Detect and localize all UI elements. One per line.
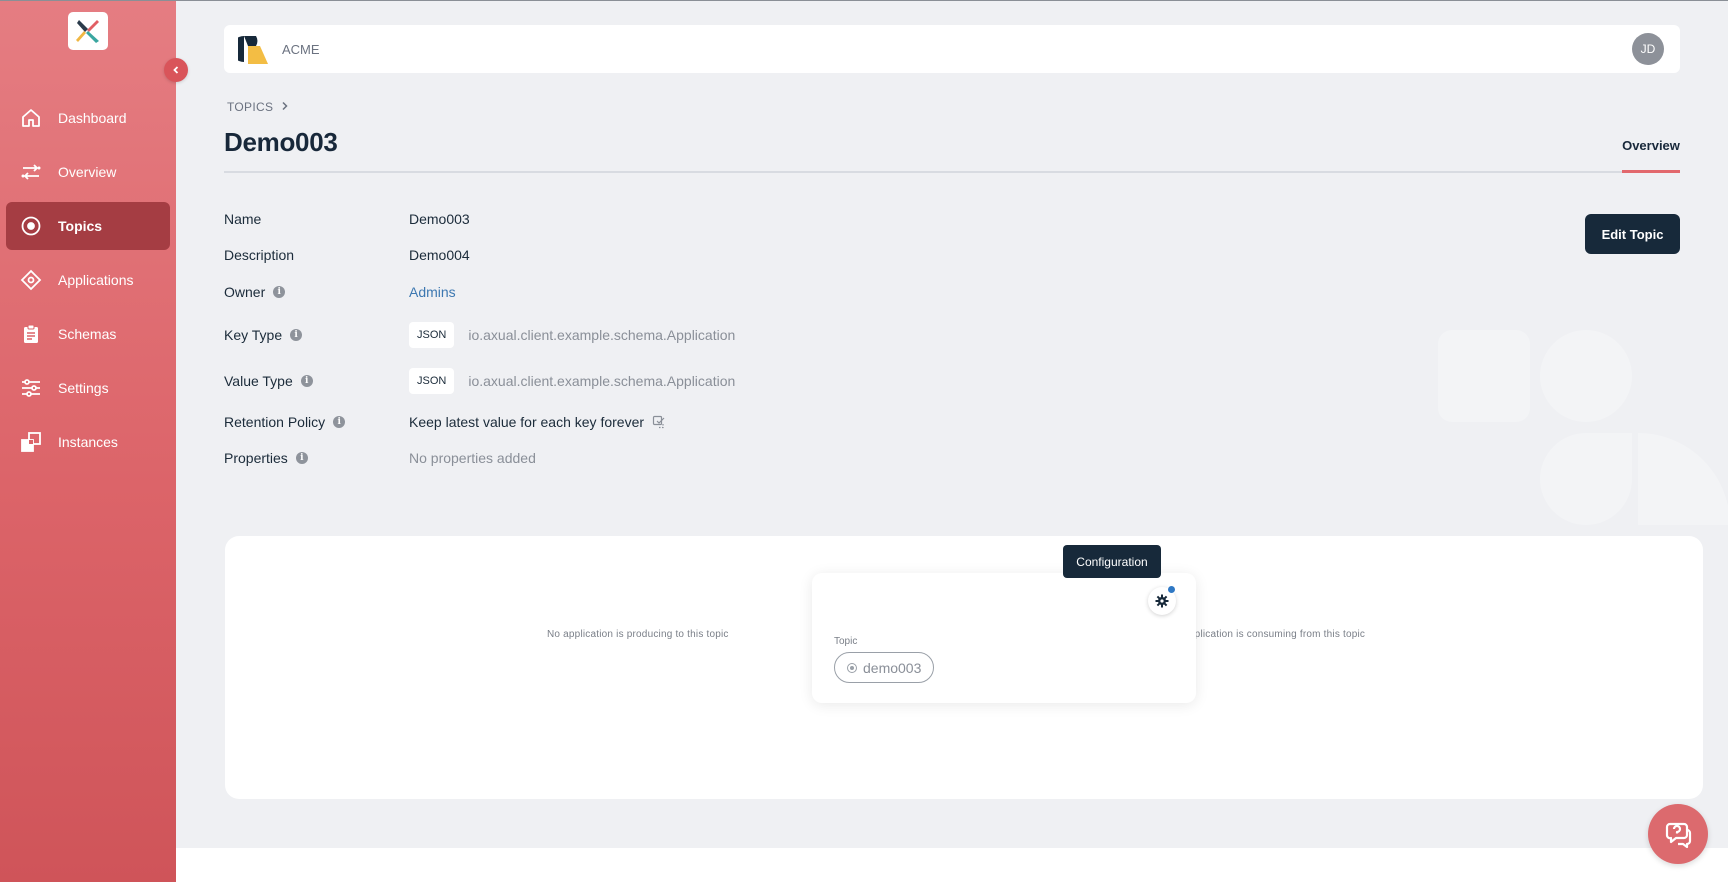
detail-label-wrap: Retention Policy i [224, 414, 409, 430]
sidebar-item-dashboard[interactable]: Dashboard [6, 94, 170, 142]
configuration-tooltip: Configuration [1063, 545, 1161, 578]
main-content: ACME JD TOPICS Demo003 Overview Edit Top… [176, 0, 1728, 848]
background-decoration [1540, 433, 1632, 525]
organization-logo-icon [238, 32, 270, 66]
breadcrumb-topics[interactable]: TOPICS [227, 100, 273, 114]
detail-label: Owner [224, 284, 266, 300]
sidebar-item-settings[interactable]: Settings [6, 364, 170, 412]
owner-link[interactable]: Admins [409, 284, 456, 300]
sidebar-item-label: Schemas [58, 326, 117, 342]
detail-row-name: Name Demo003 [224, 211, 470, 227]
sidebar-item-label: Instances [58, 434, 118, 450]
app-logo[interactable] [68, 12, 108, 50]
retention-value: Keep latest value for each key forever [409, 414, 666, 430]
detail-label-wrap: Key Type i [224, 327, 409, 343]
info-icon[interactable]: i [300, 375, 313, 387]
key-schema-name: io.axual.client.example.schema.Applicati… [468, 327, 736, 343]
topic-name-value: Demo003 [409, 211, 470, 227]
sidebar-collapse-button[interactable] [164, 58, 188, 82]
info-icon[interactable]: i [290, 329, 303, 341]
sidebar: Dashboard Overview Topics Applications S… [0, 0, 176, 882]
sidebar-item-label: Applications [58, 272, 134, 288]
topic-graph-panel: No application is producing to this topi… [225, 536, 1703, 799]
detail-label-wrap: Owner i [224, 284, 409, 300]
sidebar-item-schemas[interactable]: Schemas [6, 310, 170, 358]
topic-chip-label: demo003 [863, 659, 922, 676]
detail-label: Description [224, 247, 295, 263]
sidebar-item-label: Overview [58, 164, 117, 180]
detail-label: Value Type [224, 373, 293, 389]
retention-policy-text: Keep latest value for each key forever [409, 414, 645, 430]
sidebar-item-topics[interactable]: Topics [6, 202, 170, 250]
sliders-icon [20, 377, 42, 399]
sidebar-item-overview[interactable]: Overview [6, 148, 170, 196]
sidebar-item-label: Settings [58, 380, 109, 396]
description-value: Demo004 [409, 247, 470, 263]
info-icon[interactable]: i [273, 286, 286, 298]
topic-label: Topic [834, 636, 858, 647]
detail-label: Name [224, 211, 262, 227]
sidebar-item-label: Topics [58, 218, 103, 234]
info-icon[interactable]: i [333, 416, 346, 428]
producers-empty-text: No application is producing to this topi… [547, 629, 729, 640]
key-type-badge: JSON [409, 322, 455, 348]
notification-dot [1167, 585, 1176, 594]
diamond-icon [20, 269, 42, 291]
detail-row-key-type: Key Type i JSON io.axual.client.example.… [224, 322, 735, 348]
topic-chip[interactable]: demo003 [834, 652, 935, 683]
breadcrumb[interactable]: TOPICS [227, 100, 289, 114]
instances-icon [20, 431, 42, 453]
background-decoration [1540, 330, 1632, 422]
detail-label-wrap: Value Type i [224, 373, 409, 389]
gear-icon [1155, 594, 1169, 608]
detail-row-owner: Owner i Admins [224, 284, 456, 300]
tab-overview[interactable]: Overview [1622, 138, 1680, 153]
detail-label: Properties [224, 450, 288, 466]
page-title: Demo003 [224, 127, 338, 157]
sidebar-item-applications[interactable]: Applications [6, 256, 170, 304]
help-chat-button[interactable] [1648, 804, 1708, 864]
sidebar-nav: Dashboard Overview Topics Applications S… [0, 94, 176, 472]
sidebar-item-label: Dashboard [58, 110, 127, 126]
edit-topic-button[interactable]: Edit Topic [1585, 214, 1680, 254]
detail-label: Retention Policy [224, 414, 326, 430]
chevron-left-icon [173, 66, 179, 74]
detail-row-retention: Retention Policy i Keep latest value for… [224, 414, 666, 430]
top-bar: ACME JD [224, 25, 1680, 73]
clipboard-icon [20, 323, 42, 345]
value-schema-name: io.axual.client.example.schema.Applicati… [468, 373, 736, 389]
detail-row-value-type: Value Type i JSON io.axual.client.exampl… [224, 368, 735, 394]
topic-node-card[interactable]: Topic demo003 [812, 573, 1196, 703]
info-icon[interactable]: i [295, 452, 308, 464]
properties-value: No properties added [409, 450, 536, 466]
background-decoration [1438, 330, 1530, 422]
copy-icon[interactable] [652, 415, 666, 429]
tabs-divider [224, 171, 1680, 173]
topic-icon [847, 662, 857, 673]
organization-name: ACME [282, 41, 320, 57]
detail-row-properties: Properties i No properties added [224, 450, 536, 466]
detail-label: Key Type [224, 327, 283, 343]
detail-label-wrap: Properties i [224, 450, 409, 466]
home-icon [20, 107, 42, 129]
axual-logo-icon [76, 20, 99, 43]
value-type-badge: JSON [409, 368, 455, 394]
consumers-empty-text: No application is consuming from this to… [1167, 629, 1366, 640]
chat-help-icon [1665, 822, 1692, 849]
topic-icon [20, 215, 42, 237]
detail-row-description: Description Demo004 [224, 247, 470, 263]
arrows-icon [20, 161, 42, 183]
footer-strip [176, 848, 1728, 882]
tab-active-indicator [1622, 170, 1680, 173]
user-avatar[interactable]: JD [1632, 33, 1664, 65]
value-type-value: JSON io.axual.client.example.schema.Appl… [409, 368, 735, 394]
key-type-value: JSON io.axual.client.example.schema.Appl… [409, 322, 735, 348]
sidebar-item-instances[interactable]: Instances [6, 418, 170, 466]
window-top-border [0, 0, 1728, 1]
background-decoration [1638, 433, 1728, 525]
chevron-right-icon [281, 100, 289, 114]
configuration-button[interactable] [1148, 585, 1176, 615]
